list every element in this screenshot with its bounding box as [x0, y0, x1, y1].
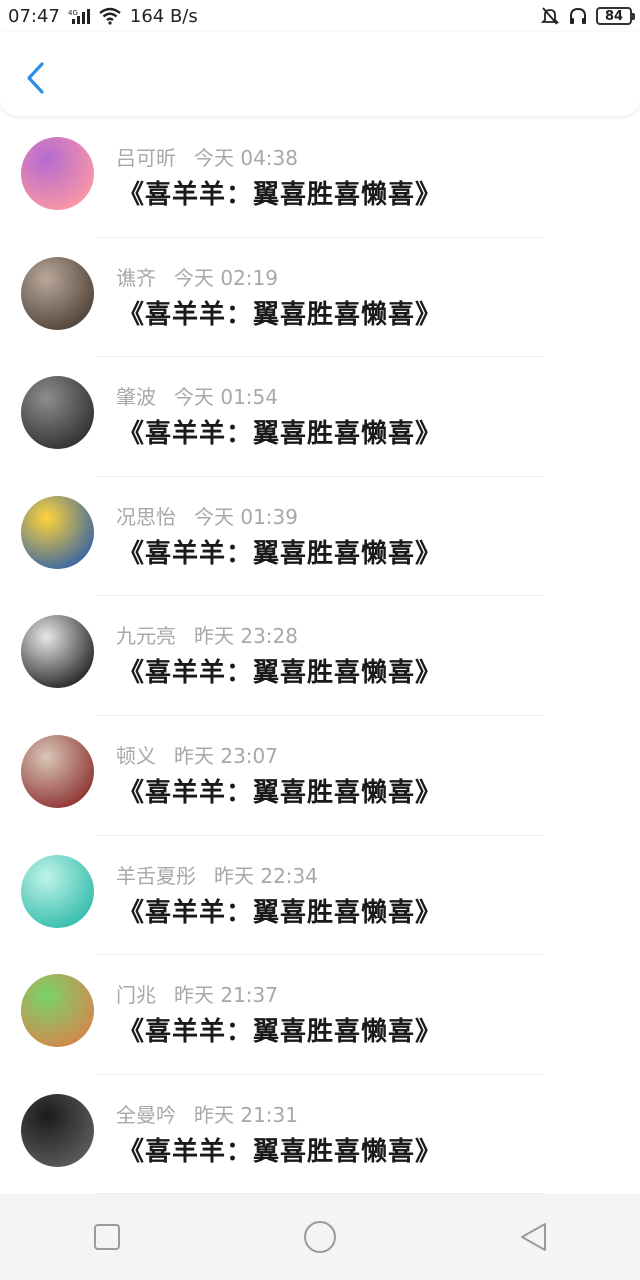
- message-time: 今天 02:19: [174, 265, 278, 290]
- message-list: 吕可昕 今天 04:38 《喜羊羊：翼喜胜喜懒喜》 谯齐 今天 02:19 《喜羊羊：翼喜…: [0, 118, 640, 1195]
- message-time: 今天 04:38: [194, 146, 298, 170]
- svg-text:4G: 4G: [68, 9, 78, 17]
- message-time: 今天 01:39: [194, 504, 298, 529]
- avatar[interactable]: [21, 854, 94, 928]
- avatar[interactable]: [21, 495, 94, 569]
- status-time: 07:47: [8, 5, 60, 27]
- sender-name: 九元亮: [116, 624, 176, 649]
- message-time: 昨天 21:37: [174, 983, 278, 1008]
- square-icon: [93, 1224, 120, 1250]
- avatar[interactable]: [21, 137, 94, 210]
- network-speed: 164 B/s: [129, 5, 198, 27]
- navigation-bar: [0, 1194, 640, 1280]
- message-text: 《喜羊羊：翼喜胜喜懒喜》: [118, 419, 443, 450]
- status-bar: 07:47 4G 164 B/s 84: [0, 0, 640, 32]
- message-meta: 九元亮 昨天 23:28: [116, 620, 298, 649]
- message-item[interactable]: 肇波 今天 01:54 《喜羊羊：翼喜胜喜懒喜》: [0, 357, 640, 477]
- message-text: 《喜羊羊：翼喜胜喜懒喜》: [118, 897, 443, 928]
- message-meta: 羊舌夏彤 昨天 22:34: [116, 860, 318, 889]
- message-item[interactable]: 谯齐 今天 02:19 《喜羊羊：翼喜胜喜懒喜》: [0, 238, 640, 358]
- message-item[interactable]: 顿义 昨天 23:07 《喜羊羊：翼喜胜喜懒喜》: [0, 716, 640, 836]
- message-item[interactable]: 况思怡 今天 01:39 《喜羊羊：翼喜胜喜懒喜》: [0, 477, 640, 597]
- system-back-button[interactable]: [503, 1207, 563, 1267]
- avatar[interactable]: [21, 376, 94, 450]
- message-text: 《喜羊羊：翼喜胜喜懒喜》: [118, 658, 443, 689]
- sender-name: 全曼吟: [116, 1102, 176, 1127]
- message-meta: 肇波 今天 01:54: [116, 381, 278, 410]
- message-item[interactable]: 九元亮 昨天 23:28 《喜羊羊：翼喜胜喜懒喜》: [0, 596, 640, 716]
- message-item[interactable]: 门兆 昨天 21:37 《喜羊羊：翼喜胜喜懒喜》: [0, 955, 640, 1075]
- home-button[interactable]: [290, 1207, 350, 1267]
- message-meta: 谯齐 今天 02:19: [116, 262, 278, 291]
- message-meta: 顿义 昨天 23:07: [116, 740, 278, 769]
- bell-muted-icon: [540, 6, 560, 26]
- avatar[interactable]: [21, 256, 94, 330]
- message-item[interactable]: 全曼吟 昨天 21:31 《喜羊羊：翼喜胜喜懒喜》: [0, 1075, 640, 1195]
- triangle-back-icon: [521, 1223, 547, 1251]
- message-text: 《喜羊羊：翼喜胜喜懒喜》: [118, 777, 443, 808]
- sender-name: 顿义: [116, 743, 156, 768]
- battery-indicator: 84: [596, 7, 635, 25]
- message-text: 《喜羊羊：翼喜胜喜懒喜》: [118, 180, 443, 210]
- message-item[interactable]: 吕可昕 今天 04:38 《喜羊羊：翼喜胜喜懒喜》: [0, 118, 640, 238]
- signal-icon: 4G: [68, 8, 90, 24]
- message-meta: 门兆 昨天 21:37: [116, 979, 278, 1008]
- back-button[interactable]: [18, 58, 52, 98]
- chevron-left-icon: [27, 62, 44, 94]
- app-header: [0, 32, 640, 116]
- message-text: 《喜羊羊：翼喜胜喜懒喜》: [118, 538, 443, 569]
- message-time: 昨天 21:31: [194, 1102, 298, 1127]
- sender-name: 谯齐: [116, 265, 156, 290]
- message-text: 《喜羊羊：翼喜胜喜懒喜》: [118, 1136, 443, 1167]
- avatar[interactable]: [21, 615, 94, 689]
- message-meta: 全曼吟 昨天 21:31: [116, 1099, 298, 1128]
- headphones-icon: [568, 6, 588, 26]
- status-left: 07:47 4G 164 B/s: [8, 6, 198, 27]
- recents-button[interactable]: [77, 1207, 137, 1267]
- message-item[interactable]: 羊舌夏彤 昨天 22:34 《喜羊羊：翼喜胜喜懒喜》: [0, 836, 640, 956]
- message-meta: 吕可昕 今天 04:38: [116, 142, 298, 171]
- sender-name: 羊舌夏彤: [116, 863, 196, 888]
- sender-name: 况思怡: [116, 504, 176, 529]
- sender-name: 肇波: [116, 385, 156, 410]
- message-time: 昨天 23:28: [194, 624, 298, 649]
- message-text: 《喜羊羊：翼喜胜喜懒喜》: [118, 299, 443, 330]
- message-time: 昨天 22:34: [214, 863, 318, 888]
- message-time: 今天 01:54: [174, 385, 278, 410]
- circle-icon: [303, 1221, 336, 1253]
- sender-name: 吕可昕: [116, 146, 176, 170]
- wifi-icon: [98, 7, 122, 25]
- status-right: 84: [540, 6, 635, 26]
- sender-name: 门兆: [116, 983, 156, 1008]
- message-meta: 况思怡 今天 01:39: [116, 501, 298, 530]
- message-time: 昨天 23:07: [174, 743, 278, 768]
- avatar[interactable]: [21, 734, 94, 808]
- message-text: 《喜羊羊：翼喜胜喜懒喜》: [118, 1017, 443, 1048]
- avatar[interactable]: [21, 974, 94, 1048]
- avatar[interactable]: [21, 1093, 94, 1167]
